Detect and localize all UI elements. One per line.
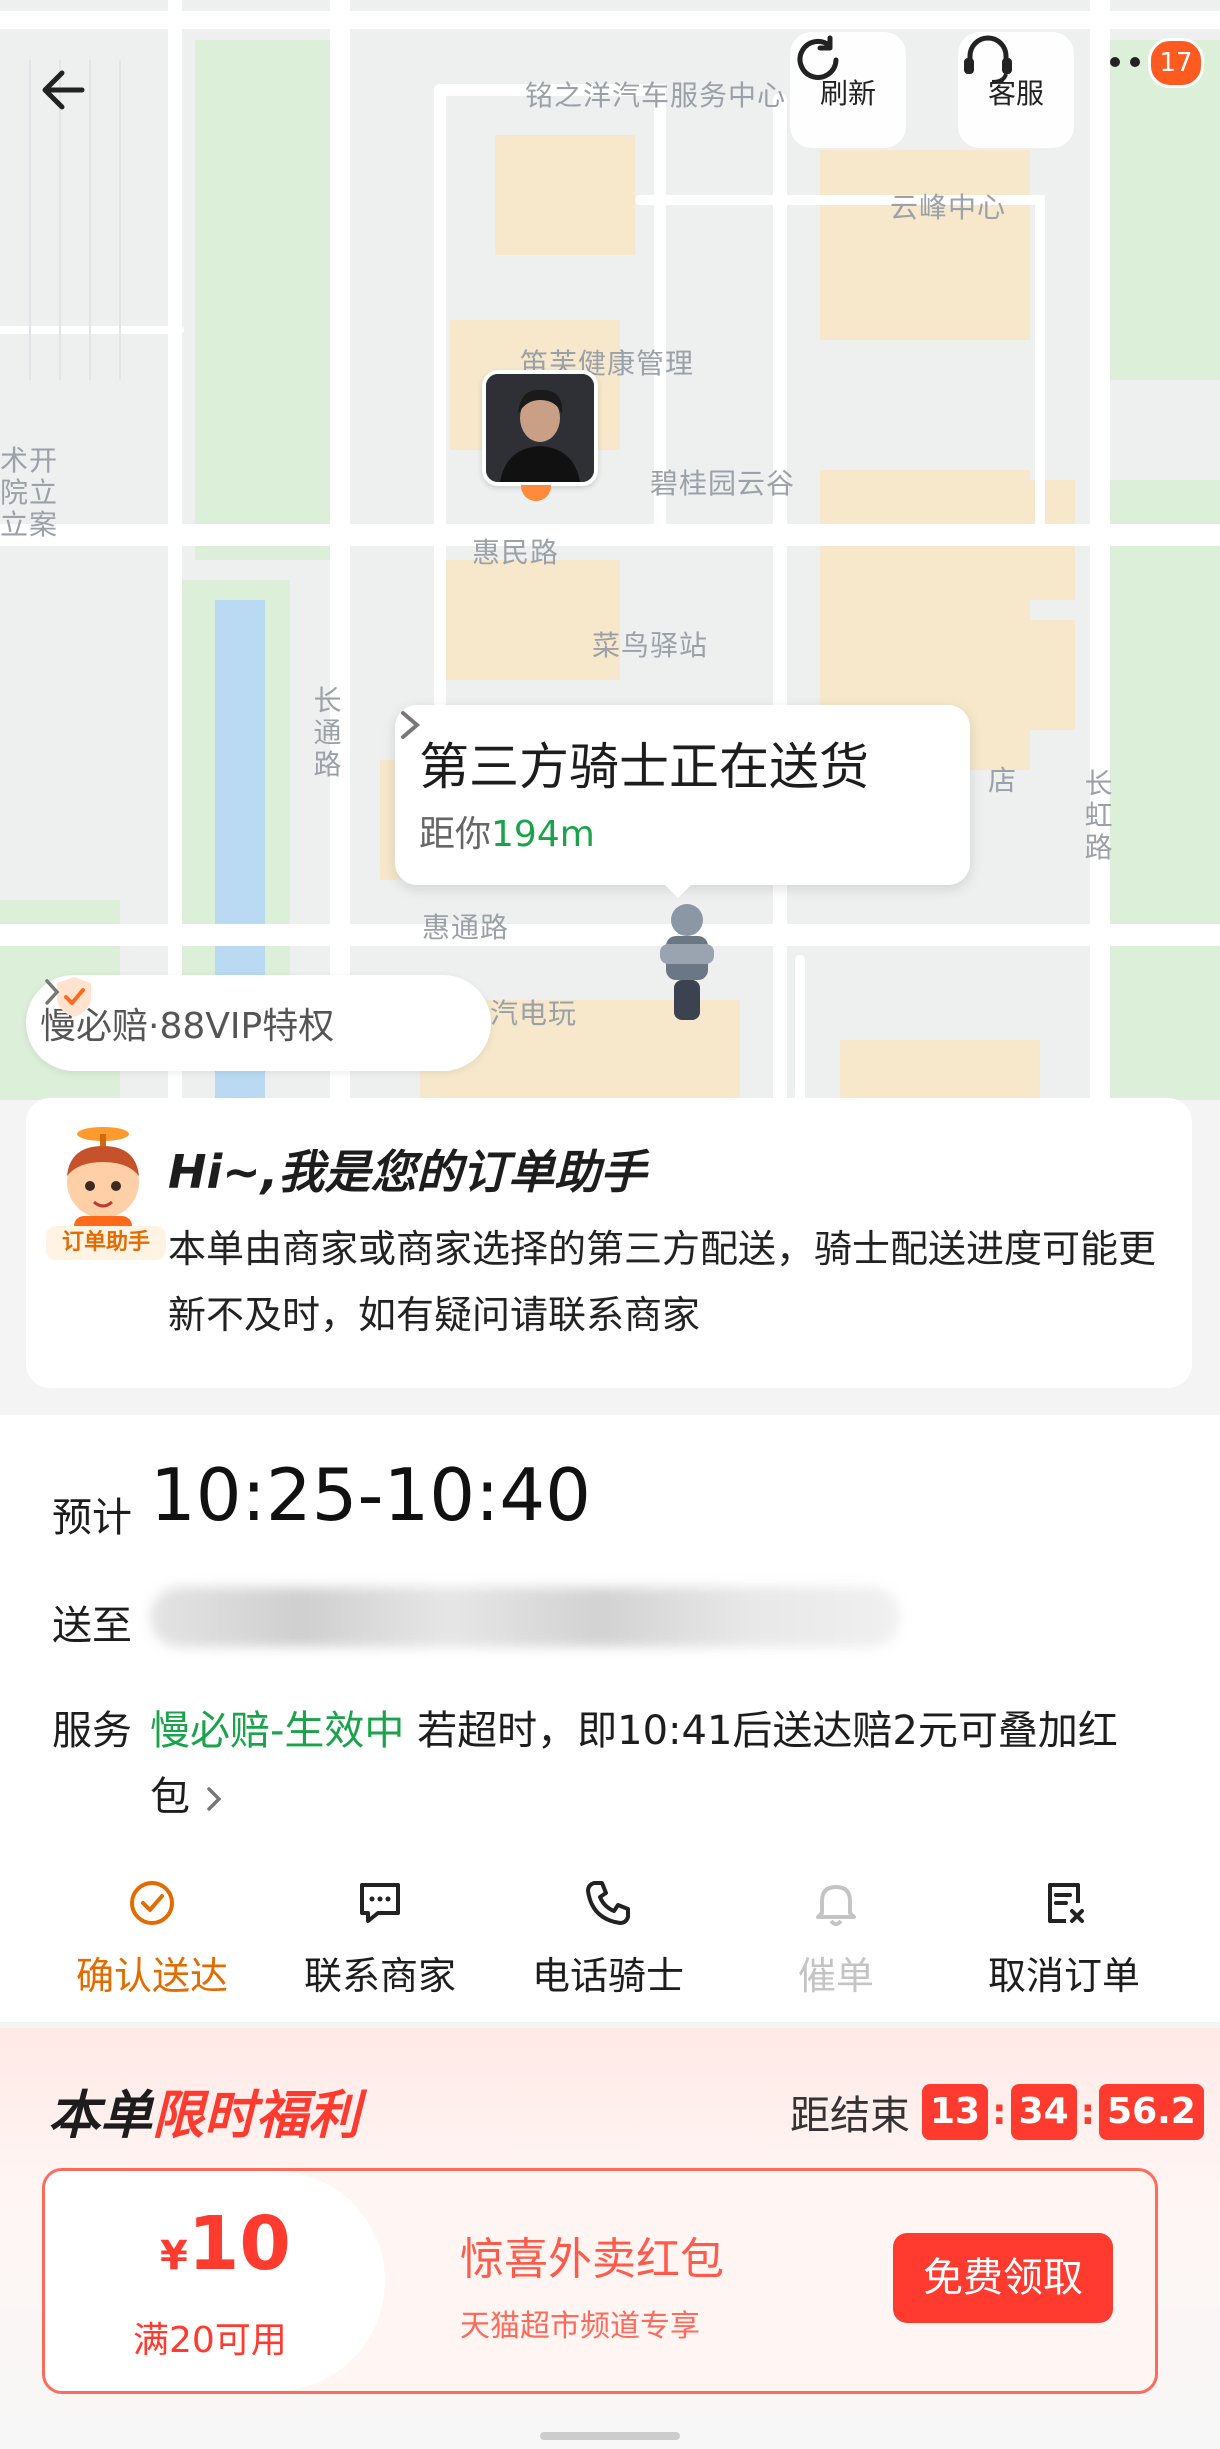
notification-badge: 17 xyxy=(1148,38,1204,88)
countdown-hours: 13 xyxy=(922,2084,989,2140)
benefit-title: 本单限时福利 xyxy=(48,2086,361,2146)
order-info-section: 预计 10:25-10:40 送至 服务 慢必赔-生效中 若超时，即10:41后… xyxy=(0,1415,1220,2022)
coupon-subtitle: 天猫超市频道专享 xyxy=(460,2309,700,2344)
map-label-left-edge: 术开院立立案 xyxy=(0,444,59,541)
vip-compensation-pill[interactable]: 慢必赔·88VIP特权 xyxy=(26,975,491,1071)
cancel-order-label: 取消订单 xyxy=(987,1954,1140,1998)
phone-icon xyxy=(586,1881,630,1925)
chevron-right-icon xyxy=(401,711,421,739)
chevron-right-icon xyxy=(206,1787,222,1811)
eta-time: 10:25-10:40 xyxy=(150,1453,591,1537)
status-card-pointer xyxy=(660,880,696,898)
confirm-delivery-label: 确认送达 xyxy=(75,1954,228,1998)
scooter-rider-icon xyxy=(660,904,714,1020)
customer-service-button[interactable]: 客服 xyxy=(958,32,1074,148)
countdown-timer: 距结束 13 : 34 : 56.2 xyxy=(790,2083,1204,2141)
delivery-map[interactable]: 铭之洋汽车服务中心 云峰中心 笛芙健康管理 碧桂园云谷 惠民路 菜鸟驿站 长通路… xyxy=(0,0,1220,1100)
blurred-address xyxy=(150,1587,900,1647)
assistant-tag: 订单助手 xyxy=(46,1226,166,1260)
coupon-amount: ¥10 xyxy=(160,2201,291,2287)
call-rider-label: 电话骑士 xyxy=(531,1954,684,1998)
order-actions-bar: 确认送达 联系商家 电话骑士 催单 取消订单 xyxy=(0,1875,1220,2005)
countdown-label: 距结束 xyxy=(790,2093,910,2139)
contact-merchant-label: 联系商家 xyxy=(303,1954,456,1998)
assistant-message: 本单由商家或商家选择的第三方配送，骑士配送进度可能更新不及时，如有疑问请联系商家 xyxy=(168,1227,1157,1337)
chevron-right-icon xyxy=(45,979,60,1005)
map-label-huimin-road: 惠民路 xyxy=(472,536,560,569)
address-label: 送至 xyxy=(52,1603,132,1649)
urge-order-button[interactable]: 催单 xyxy=(722,1875,950,2005)
countdown-minutes: 34 xyxy=(1010,2084,1077,2140)
map-label-changhong-road: 长虹路 xyxy=(1084,767,1114,864)
map-label-yunfeng: 云峰中心 xyxy=(890,191,1007,224)
map-label-biguiyuan: 碧桂园云谷 xyxy=(650,467,796,500)
rider-avatar[interactable] xyxy=(482,370,598,486)
service-label: 服务 xyxy=(52,1708,132,1754)
confirm-delivery-button[interactable]: 确认送达 xyxy=(38,1875,266,2005)
assistant-title: Hi~,我是您的订单助手 xyxy=(168,1145,647,1199)
bell-icon xyxy=(816,1885,856,1926)
countdown-seconds: 56.2 xyxy=(1099,2084,1204,2140)
refresh-button[interactable]: 刷新 xyxy=(790,32,906,148)
rider-distance: 距你194m xyxy=(419,814,595,855)
home-indicator xyxy=(540,2432,680,2440)
delivery-status-title: 第三方骑士正在送货 xyxy=(419,738,869,796)
map-label-shop: 店 xyxy=(988,764,1018,797)
urge-order-label: 催单 xyxy=(797,1954,874,1998)
limited-benefit-section: 本单限时福利 距结束 13 : 34 : 56.2 ¥10 满20可用 惊喜外卖… xyxy=(0,2028,1220,2449)
headset-icon xyxy=(964,35,1012,84)
map-label-service-center: 铭之洋汽车服务中心 xyxy=(525,79,787,112)
cancel-order-button[interactable]: 取消订单 xyxy=(950,1875,1178,2005)
map-label-car-elec: 汽电玩 xyxy=(490,997,578,1030)
coupon-card[interactable]: ¥10 满20可用 惊喜外卖红包 天猫超市频道专享 免费领取 xyxy=(42,2168,1158,2394)
order-assistant-card: 订单助手 Hi~,我是您的订单助手 本单由商家或商家选择的第三方配送，骑士配送进… xyxy=(26,1098,1192,1388)
service-description[interactable]: 慢必赔-生效中 若超时，即10:41后送达赔2元可叠加红包 xyxy=(150,1698,1150,1830)
service-status: 慢必赔-生效中 xyxy=(150,1708,405,1754)
cancel-doc-icon xyxy=(1048,1883,1084,1923)
delivery-status-card[interactable]: 第三方骑士正在送货 距你194m xyxy=(395,705,970,885)
coupon-title: 惊喜外卖红包 xyxy=(460,2234,724,2285)
map-canvas xyxy=(0,0,1220,1100)
contact-merchant-button[interactable]: 联系商家 xyxy=(266,1875,494,2005)
rider-photo xyxy=(486,374,594,482)
back-button[interactable] xyxy=(30,55,100,125)
call-rider-button[interactable]: 电话骑士 xyxy=(494,1875,722,2005)
map-label-cainiao: 菜鸟驿站 xyxy=(592,629,709,662)
map-label-huitong-road: 惠通路 xyxy=(422,911,510,944)
map-label-changtong-road: 长通路 xyxy=(313,684,343,781)
eta-label: 预计 xyxy=(52,1495,132,1541)
back-arrow-icon xyxy=(42,70,85,110)
claim-coupon-button[interactable]: 免费领取 xyxy=(893,2233,1113,2323)
chat-icon xyxy=(360,1883,400,1923)
refresh-icon xyxy=(797,35,839,80)
check-circle-icon xyxy=(130,1881,174,1925)
coupon-condition: 满20可用 xyxy=(133,2320,287,2361)
